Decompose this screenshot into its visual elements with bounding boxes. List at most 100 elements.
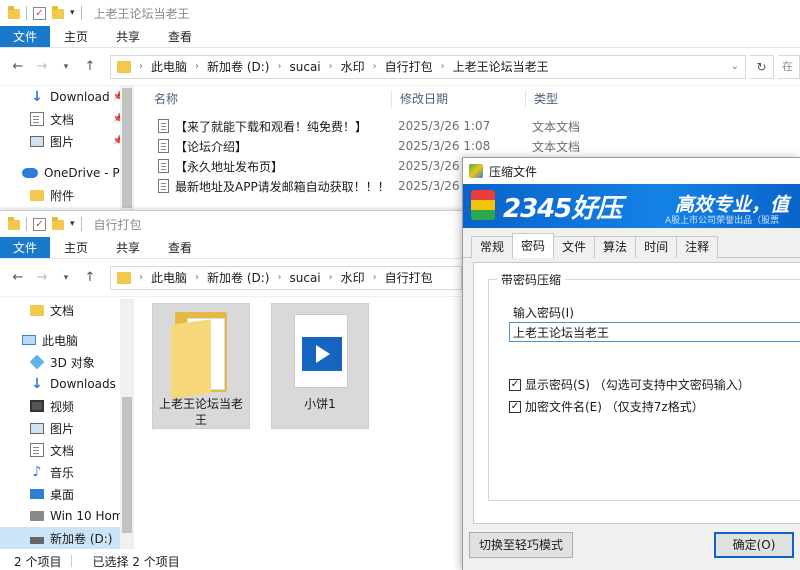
scrollbar-thumb[interactable] <box>122 88 132 208</box>
chevron-right-icon[interactable]: › <box>373 61 377 72</box>
nav-item-this-pc[interactable]: 此电脑 <box>0 329 134 351</box>
new-folder-icon[interactable] <box>52 217 64 230</box>
encrypt-filenames-checkbox[interactable]: ✓ 加密文件名(E) （仅支持7z格式） <box>509 398 704 415</box>
properties-icon[interactable]: ✓ <box>33 6 46 20</box>
text-file-icon <box>158 159 169 173</box>
nav-item-documents-folder[interactable]: 文档 <box>0 299 134 321</box>
nav-item-onedrive[interactable]: OneDrive - Per <box>0 162 134 184</box>
tab-files[interactable]: 文件 <box>553 236 596 258</box>
tab-algorithm[interactable]: 算法 <box>594 236 637 258</box>
recent-chevron-icon[interactable]: ▾ <box>56 62 76 72</box>
up-arrow-icon[interactable]: ↑ <box>80 59 100 74</box>
text-file-icon <box>158 179 169 193</box>
chevron-right-icon[interactable]: › <box>139 272 143 283</box>
show-password-checkbox[interactable]: ✓ 显示密码(S) （勾选可支持中文密码输入） <box>509 376 750 393</box>
breadcrumb-pack[interactable]: 自行打包 <box>385 58 433 75</box>
back-arrow-icon[interactable]: ← <box>8 270 28 285</box>
nav-item-documents[interactable]: 文档 📌 <box>0 108 134 130</box>
nav-item-label: 文档 <box>50 303 75 318</box>
customize-toolbar-icon[interactable]: ▾ <box>70 219 75 229</box>
folder-icon <box>8 217 20 230</box>
nav-item-downloads[interactable]: ↓ Downloads <box>0 373 134 395</box>
nav-item-d-drive[interactable]: 新加卷 (D:) <box>0 527 134 549</box>
nav-item-music[interactable]: ♪ 音乐 <box>0 461 134 483</box>
breadcrumb-sucai[interactable]: sucai <box>289 60 320 74</box>
password-panel: 带密码压缩 输入密码(I) ✓ 显示密码(S) （勾选可支持中文密码输入） ✓ … <box>473 262 800 524</box>
forward-arrow-icon[interactable]: → <box>32 270 52 285</box>
checkbox-checked-icon[interactable]: ✓ <box>509 378 521 391</box>
nav-item-attachments[interactable]: 附件 <box>0 184 134 206</box>
breadcrumb-drive[interactable]: 新加卷 (D:) <box>207 269 269 286</box>
chevron-right-icon[interactable]: › <box>373 272 377 283</box>
tab-general[interactable]: 常规 <box>471 236 514 258</box>
nav-item-desktop[interactable]: 桌面 <box>0 483 134 505</box>
breadcrumb-watermark[interactable]: 水印 <box>341 58 365 75</box>
chevron-right-icon[interactable]: › <box>195 61 199 72</box>
chevron-right-icon[interactable]: › <box>277 61 281 72</box>
tab-file[interactable]: 文件 <box>0 26 51 47</box>
scrollbar-thumb[interactable] <box>122 397 132 533</box>
tile-folder[interactable]: 上老王论坛当老王 <box>152 303 250 429</box>
title-bar: ✓ ▾ 自行打包 <box>0 211 462 237</box>
switch-light-mode-button[interactable]: 切换至轻巧模式 <box>469 532 573 558</box>
file-row[interactable]: 【来了就能下载和观看！纯免费！】 2025/3/26 1:07 文本文档 <box>146 116 646 136</box>
chevron-right-icon[interactable]: › <box>277 272 281 283</box>
password-label: 输入密码(I) <box>513 306 574 320</box>
tab-share[interactable]: 共享 <box>102 237 154 258</box>
breadcrumb-this-pc[interactable]: 此电脑 <box>151 269 187 286</box>
tab-comment[interactable]: 注释 <box>676 236 719 258</box>
properties-icon[interactable]: ✓ <box>33 217 46 231</box>
up-arrow-icon[interactable]: ↑ <box>80 270 100 285</box>
breadcrumb-sucai[interactable]: sucai <box>289 271 320 285</box>
nav-item-win10-drive[interactable]: Win 10 Home <box>0 505 134 527</box>
text-file-icon <box>158 139 169 153</box>
chevron-right-icon[interactable]: › <box>139 61 143 72</box>
search-input[interactable]: 在 <box>778 54 800 79</box>
file-name: 【来了就能下载和观看！纯免费！】 <box>175 119 368 134</box>
column-header-date[interactable]: 修改日期 <box>392 90 526 108</box>
refresh-icon[interactable]: ↻ <box>750 54 774 79</box>
tab-password[interactable]: 密码 <box>512 233 555 258</box>
breadcrumb-drive[interactable]: 新加卷 (D:) <box>207 58 269 75</box>
breadcrumb-current[interactable]: 自行打包 <box>385 269 433 286</box>
nav-scrollbar[interactable] <box>120 86 134 212</box>
tab-time[interactable]: 时间 <box>635 236 678 258</box>
password-input[interactable] <box>509 322 800 342</box>
nav-item-pictures[interactable]: 图片 📌 <box>0 130 134 152</box>
tab-share[interactable]: 共享 <box>102 26 154 47</box>
recent-chevron-icon[interactable]: ▾ <box>56 273 76 283</box>
breadcrumb-watermark[interactable]: 水印 <box>341 269 365 286</box>
checkbox-checked-icon[interactable]: ✓ <box>509 400 521 413</box>
tab-view[interactable]: 查看 <box>154 26 206 47</box>
back-arrow-icon[interactable]: ← <box>8 59 28 74</box>
new-folder-icon[interactable] <box>52 6 64 19</box>
tab-home[interactable]: 主页 <box>50 237 102 258</box>
nav-scrollbar[interactable] <box>120 299 134 549</box>
nav-item-3d-objects[interactable]: 3D 对象 <box>0 351 134 373</box>
ok-button[interactable]: 确定(O) <box>714 532 794 558</box>
tab-file[interactable]: 文件 <box>0 237 51 258</box>
video-file-icon <box>294 314 348 388</box>
nav-item-pictures[interactable]: 图片 <box>0 417 134 439</box>
column-header-name[interactable]: 名称 <box>146 90 392 108</box>
breadcrumb-current[interactable]: 上老王论坛当老王 <box>453 58 549 75</box>
tab-view[interactable]: 查看 <box>154 237 206 258</box>
file-row[interactable]: 【论坛介绍】 2025/3/26 1:08 文本文档 <box>146 136 646 156</box>
address-bar[interactable]: › 此电脑 › 新加卷 (D:) › sucai › 水印 › 自行打包 › 上… <box>110 54 746 79</box>
tile-video-file[interactable]: 小饼1 <box>271 303 369 429</box>
chevron-right-icon[interactable]: › <box>195 272 199 283</box>
forward-arrow-icon[interactable]: → <box>32 59 52 74</box>
nav-item-download[interactable]: ↓ Download 📌 <box>0 86 134 108</box>
chevron-right-icon[interactable]: › <box>329 61 333 72</box>
tab-home[interactable]: 主页 <box>50 26 102 47</box>
chevron-right-icon[interactable]: › <box>329 272 333 283</box>
nav-item-videos[interactable]: 视频 <box>0 395 134 417</box>
breadcrumb-this-pc[interactable]: 此电脑 <box>151 58 187 75</box>
nav-item-documents[interactable]: 文档 <box>0 439 134 461</box>
column-header-type[interactable]: 类型 <box>526 90 646 108</box>
password-group: 带密码压缩 输入密码(I) ✓ 显示密码(S) （勾选可支持中文密码输入） ✓ … <box>488 271 800 501</box>
address-bar[interactable]: › 此电脑 › 新加卷 (D:) › sucai › 水印 › 自行打包 <box>110 265 462 290</box>
chevron-right-icon[interactable]: › <box>441 61 445 72</box>
address-history-icon[interactable]: ⌄ <box>731 61 739 72</box>
customize-toolbar-icon[interactable]: ▾ <box>70 8 75 18</box>
